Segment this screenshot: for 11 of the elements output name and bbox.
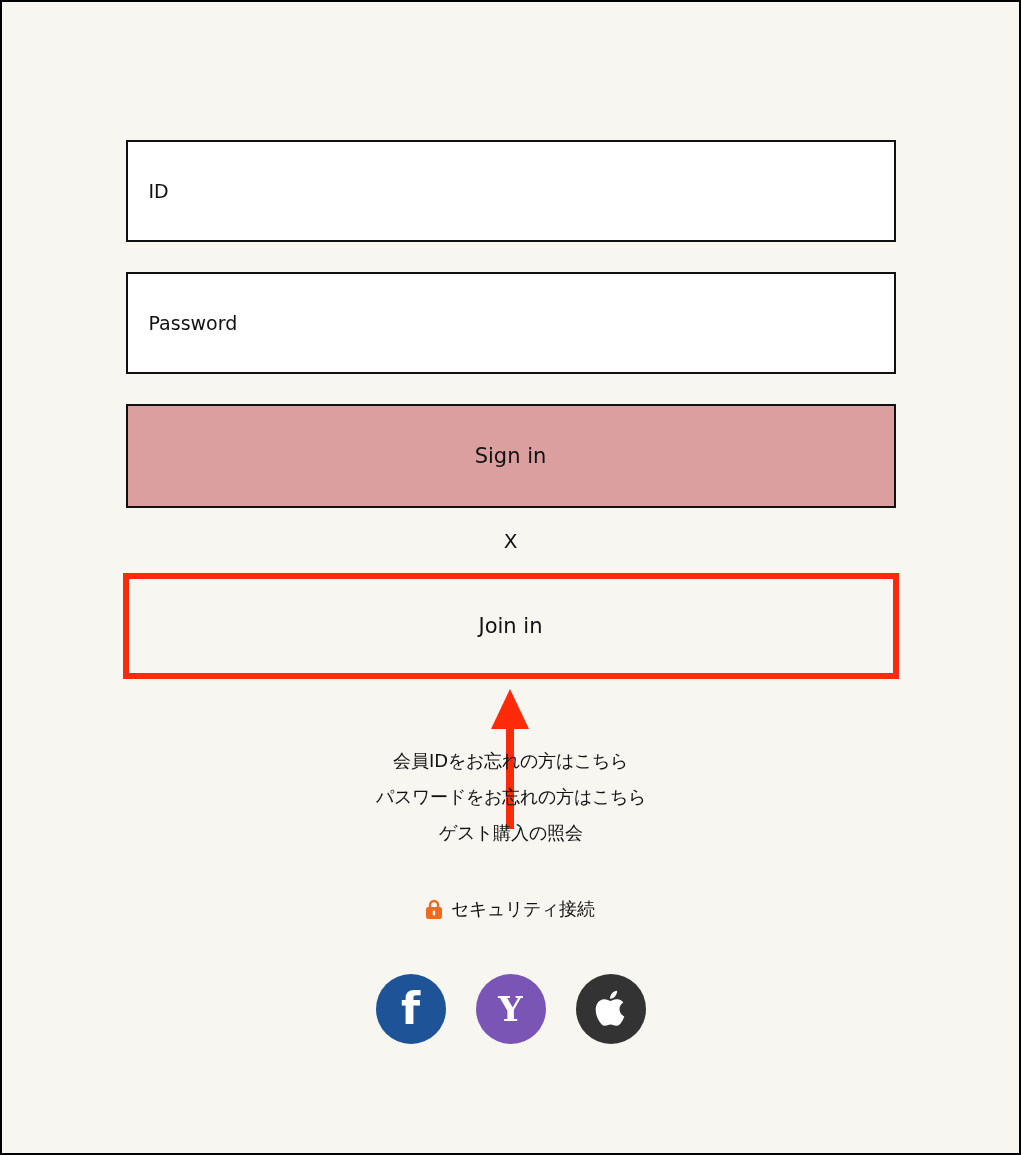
social-login-button[interactable]: f — [375, 974, 446, 1044]
lock-icon — [426, 899, 442, 919]
separator-text: X — [503, 528, 518, 553]
sign-in-button[interactable]: Sign in — [125, 404, 896, 508]
social-login-button[interactable]: Y — [475, 974, 546, 1044]
apple-icon[interactable] — [575, 974, 646, 1044]
join-in-button[interactable]: Join in — [122, 573, 899, 679]
help-link[interactable]: ゲスト購入の照会 — [438, 821, 583, 845]
security-label: セキュリティ接続 — [451, 897, 595, 921]
password-field[interactable]: Password — [125, 272, 896, 374]
id-field[interactable]: ID — [125, 140, 896, 242]
